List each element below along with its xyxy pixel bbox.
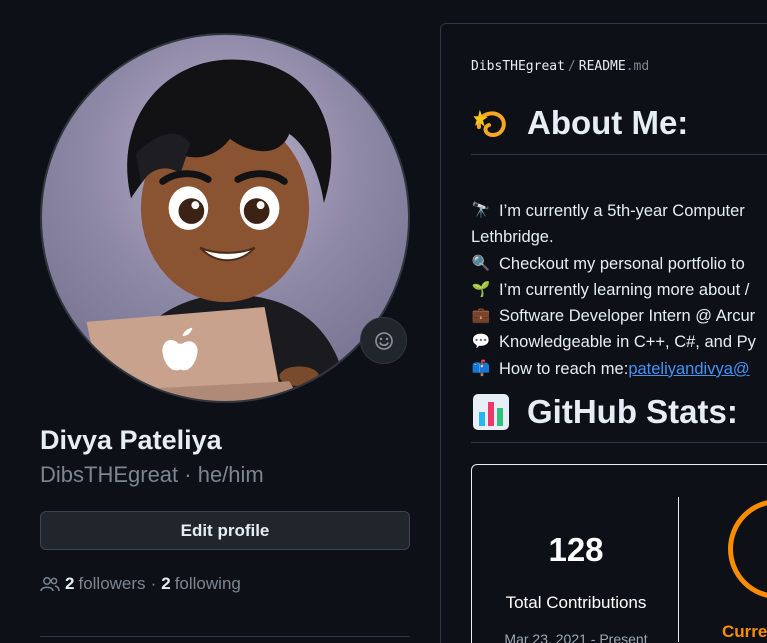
about-me-heading: About Me: — [471, 103, 688, 143]
briefcase-icon: 💼 — [471, 307, 491, 325]
repo-link[interactable]: DibsTHEgreat — [471, 59, 565, 74]
following-link[interactable]: 2 following — [161, 574, 241, 594]
seedling-icon: 🌱 — [471, 280, 491, 298]
about-me-title: About Me: — [527, 104, 689, 141]
smiley-icon — [374, 331, 393, 350]
readme-file-link[interactable]: README — [579, 59, 626, 74]
total-contributions-value: 128 — [548, 531, 604, 568]
list-item-text: How to reach me: — [499, 359, 629, 378]
file-extension: .md — [625, 59, 650, 74]
list-item-text: Checkout my personal portfolio to — [499, 254, 745, 273]
bar-chart-icon — [473, 394, 509, 430]
followers-link[interactable]: 2 followers — [65, 574, 146, 594]
edit-profile-button[interactable]: Edit profile — [40, 511, 410, 550]
list-item: Lethbridge. — [471, 224, 767, 250]
list-item: 🔭 I’m currently a 5th-year Computer — [471, 198, 767, 224]
list-item: 📫 How to reach me: pateliyandivya@ — [471, 356, 767, 382]
list-item: 🌱 I’m currently learning more about / — [471, 277, 767, 303]
following-label: following — [174, 574, 241, 593]
avatar[interactable] — [40, 33, 410, 403]
total-contributions-label: Total Contributions — [505, 593, 647, 612]
breadcrumb-separator: / — [567, 59, 576, 74]
dizzy-icon — [473, 109, 506, 138]
profile-name: Divya Pateliya — [40, 425, 222, 455]
set-status-button[interactable] — [360, 317, 407, 364]
readme-card: DibsTHEgreat / README.md About Me: 🔭 I’m cu… — [440, 23, 767, 643]
github-stats-heading: GitHub Stats: — [471, 392, 738, 432]
speech-bubble-icon: 💬 — [471, 333, 491, 351]
follow-stats: 2 followers · 2 following — [40, 573, 241, 595]
list-item: 🔍 Checkout my personal portfolio to — [471, 251, 767, 277]
about-me-list: 🔭 I’m currently a 5th-year Computer Lethb… — [471, 198, 767, 382]
separator-dot: · — [150, 574, 157, 593]
stats-divider — [678, 497, 679, 642]
list-item-text: I’m currently a 5th-year Computer — [499, 202, 745, 220]
email-link[interactable]: pateliyandivya@ — [628, 356, 749, 382]
following-count: 2 — [161, 574, 171, 593]
list-item: 💼 Software Developer Intern @ Arcur — [471, 303, 767, 329]
heading-rule — [471, 442, 767, 443]
github-stats-title: GitHub Stats: — [527, 393, 738, 430]
mailbox-icon: 📫 — [471, 359, 491, 377]
followers-label: followers — [78, 574, 146, 593]
current-streak-label: Curre — [722, 622, 767, 641]
sidebar-divider — [40, 636, 410, 637]
list-item-text: Software Developer Intern @ Arcur — [499, 307, 756, 326]
list-item-text: Lethbridge. — [471, 228, 554, 247]
contributions-date-range: Mar 23, 2021 - Present — [504, 631, 648, 643]
list-item-text: Knowledgeable in C++, C#, and Py — [499, 333, 756, 352]
current-streak-ring — [728, 499, 767, 599]
people-icon — [40, 577, 60, 592]
list-item-text: I’m currently learning more about / — [499, 280, 750, 299]
avatar-illustration — [86, 59, 349, 401]
followers-count: 2 — [65, 574, 75, 593]
magnifier-icon: 🔍 — [471, 254, 491, 272]
profile-username: DibsTHEgreat · he/him — [40, 462, 264, 487]
readme-breadcrumb: DibsTHEgreat / README.md — [471, 59, 649, 74]
list-item: 💬 Knowledgeable in C++, C#, and Py — [471, 329, 767, 355]
telescope-icon: 🔭 — [471, 202, 491, 219]
heading-rule — [471, 154, 767, 155]
streak-stats-card: 128 Total Contributions Mar 23, 2021 - P… — [471, 464, 767, 643]
